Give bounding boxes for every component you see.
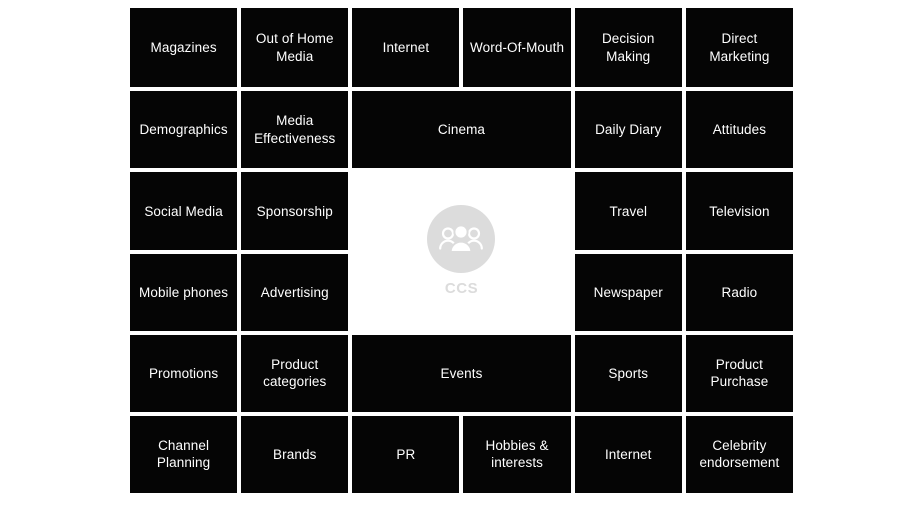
tile-out-of-home-media[interactable]: Out of Home Media xyxy=(241,8,349,88)
diagram-canvas: CCS Magazines Out of Home Media Internet… xyxy=(0,0,900,506)
tile-celebrity-endorsement[interactable]: Celebrity endorsement xyxy=(685,415,793,493)
tile-daily-diary[interactable]: Daily Diary xyxy=(574,91,682,169)
tile-sponsorship[interactable]: Sponsorship xyxy=(241,172,349,251)
tile-brands[interactable]: Brands xyxy=(241,415,349,493)
tile-hobbies-interests[interactable]: Hobbies & interests xyxy=(463,415,571,493)
tile-attitudes[interactable]: Attitudes xyxy=(685,91,793,169)
tile-events[interactable]: Events xyxy=(352,334,571,412)
tile-magazines[interactable]: Magazines xyxy=(130,8,238,88)
tile-direct-marketing[interactable]: Direct Marketing xyxy=(685,8,793,88)
ccs-logo: CCS xyxy=(352,172,571,331)
tile-social-media[interactable]: Social Media xyxy=(130,172,238,251)
tile-radio[interactable]: Radio xyxy=(685,254,793,331)
group-of-people-icon xyxy=(427,205,496,274)
tile-television[interactable]: Television xyxy=(685,172,793,251)
tile-advertising[interactable]: Advertising xyxy=(241,254,349,331)
tile-newspaper[interactable]: Newspaper xyxy=(574,254,682,331)
ccs-logo-caption: CCS xyxy=(444,280,479,298)
tile-travel[interactable]: Travel xyxy=(574,172,682,251)
tile-pr[interactable]: PR xyxy=(352,415,460,493)
tile-media-effectiveness[interactable]: Media Effectiveness xyxy=(241,91,349,169)
tile-decision-making[interactable]: Decision Making xyxy=(574,8,682,88)
tile-internet-top[interactable]: Internet xyxy=(352,8,460,88)
tile-sports[interactable]: Sports xyxy=(574,334,682,412)
tile-cinema[interactable]: Cinema xyxy=(352,91,571,169)
tile-mobile-phones[interactable]: Mobile phones xyxy=(130,254,238,331)
tile-channel-planning[interactable]: Channel Planning xyxy=(130,415,238,493)
tile-product-purchase[interactable]: Product Purchase xyxy=(685,334,793,412)
touchpoint-grid: CCS Magazines Out of Home Media Internet… xyxy=(130,8,793,493)
tile-demographics[interactable]: Demographics xyxy=(130,91,238,169)
tile-word-of-mouth[interactable]: Word-Of-Mouth xyxy=(463,8,571,88)
tile-promotions[interactable]: Promotions xyxy=(130,334,238,412)
tile-product-categories[interactable]: Product categories xyxy=(241,334,349,412)
tile-internet-bottom[interactable]: Internet xyxy=(574,415,682,493)
